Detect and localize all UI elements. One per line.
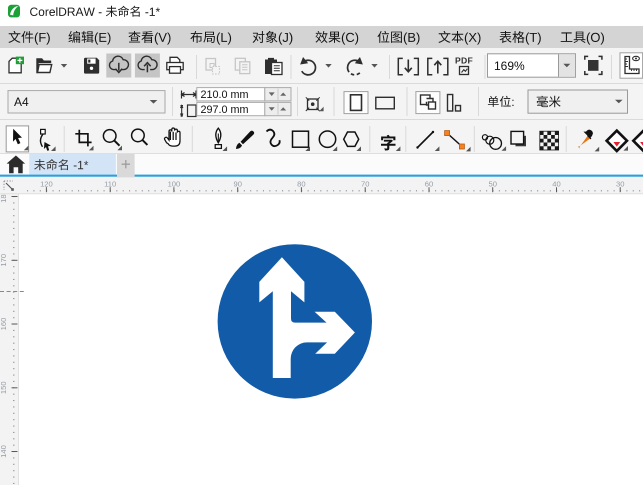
svg-text:120: 120 (40, 179, 53, 188)
svg-text:80: 80 (297, 179, 305, 188)
svg-text:297.0 mm: 297.0 mm (201, 104, 249, 116)
svg-text:210.0 mm: 210.0 mm (201, 89, 249, 101)
svg-text:100: 100 (168, 179, 181, 188)
svg-text:70: 70 (361, 179, 369, 188)
svg-text:140: 140 (0, 445, 8, 458)
svg-text:170: 170 (0, 254, 8, 267)
svg-text:169%: 169% (494, 59, 525, 73)
svg-text:60: 60 (425, 179, 433, 188)
svg-text:150: 150 (0, 381, 8, 394)
svg-text:A4: A4 (14, 95, 29, 109)
svg-text:50: 50 (488, 179, 496, 188)
svg-text:160: 160 (0, 318, 8, 331)
svg-text:90: 90 (233, 179, 241, 188)
svg-text:30: 30 (616, 179, 624, 188)
svg-text:PDF: PDF (455, 56, 473, 66)
svg-text:110: 110 (104, 179, 116, 188)
svg-text:40: 40 (552, 179, 560, 188)
